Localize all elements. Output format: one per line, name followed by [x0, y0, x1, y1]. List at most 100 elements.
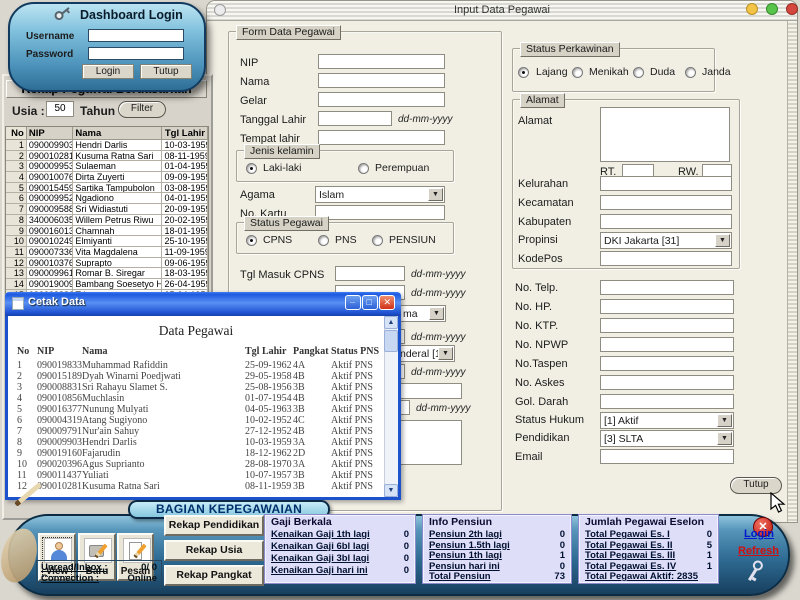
login-tutup-button[interactable]: Tutup — [140, 64, 192, 79]
table-row[interactable]: 14 090019009 Bambang Soesetyo Hadi 26-04… — [6, 279, 208, 290]
table-row[interactable]: 2 090010281 Kusuma Ratna Sari 08-11-1959 — [6, 151, 208, 162]
baru-button[interactable]: Baru — [78, 533, 116, 581]
nip-field[interactable] — [318, 54, 445, 69]
login-link[interactable]: Login — [744, 528, 774, 540]
table-row[interactable]: 5 090015459 Sartika Tampubolon 03-08-195… — [6, 183, 208, 194]
stat-label[interactable]: Total Pegawai Es. I — [585, 529, 670, 540]
table-row[interactable]: 12 090010376 Suprapto 09-06-1959 — [6, 258, 208, 269]
pendidikan-dropdown[interactable]: [3] SLTA — [600, 430, 734, 447]
radio-janda[interactable] — [685, 67, 696, 78]
propinsi-dropdown[interactable]: DKI Jakarta [31] — [600, 232, 732, 249]
agama-dropdown[interactable]: Islam — [315, 186, 445, 203]
stat-label[interactable]: Kenaikan Gaji 3bl lagi — [271, 553, 369, 565]
masked-text-field[interactable] — [336, 383, 462, 399]
masked-date-field[interactable] — [335, 400, 410, 415]
alamat-textarea[interactable] — [600, 107, 730, 162]
rt-field[interactable] — [622, 164, 654, 178]
close-icon[interactable] — [786, 3, 798, 15]
stat-label[interactable]: Total Pegawai Es. III — [585, 550, 675, 561]
table-row[interactable]: 15 090003336 Triyanto 05-04-1959 — [6, 290, 208, 294]
scrollbar-thumb[interactable] — [384, 330, 398, 352]
dropdown-arrow-icon[interactable] — [429, 307, 444, 320]
no-taspen-field[interactable] — [600, 356, 734, 371]
tgl-masuk-cpns-field[interactable] — [335, 266, 405, 281]
dropdown-arrow-icon[interactable] — [717, 432, 732, 445]
masked-multiline-field[interactable] — [336, 420, 462, 465]
masked-dropdown-2[interactable]: nderal [1A] — [330, 345, 455, 362]
stat-label[interactable]: Kenaikan Gaji hari ini — [271, 565, 368, 577]
stat-label[interactable]: Pensiun 1th lagi — [429, 550, 502, 561]
scroll-down-icon[interactable] — [384, 484, 398, 497]
masked-date-field[interactable] — [335, 285, 405, 300]
stat-label[interactable]: Total Pegawai Es. IV — [585, 561, 676, 572]
tanggal-lahir-field[interactable] — [318, 111, 392, 126]
no-hp-field[interactable] — [600, 299, 734, 314]
table-row[interactable]: 11 090007336 Vita Magdalena 11-09-1959 — [6, 247, 208, 258]
maximize-icon[interactable] — [362, 295, 378, 310]
rw-field[interactable] — [702, 164, 732, 178]
col-tgl-lahir[interactable]: Tgl Lahir — [162, 127, 208, 140]
window-menu-icon[interactable] — [214, 4, 226, 16]
username-input[interactable] — [88, 29, 184, 42]
col-nip[interactable]: NIP — [27, 127, 74, 140]
filter-button[interactable]: Filter — [118, 101, 166, 118]
password-input[interactable] — [88, 47, 184, 60]
rekap-pangkat-button[interactable]: Rekap Pangkat — [164, 565, 264, 586]
gelar-field[interactable] — [318, 92, 445, 107]
radio-lajang[interactable] — [518, 67, 529, 78]
table-row[interactable]: 6 090009952 Ngadiono 04-01-1959 — [6, 193, 208, 204]
kelurahan-field[interactable] — [600, 176, 732, 191]
radio-perempuan[interactable] — [358, 163, 369, 174]
table-row[interactable]: 7 090009588 Sri Widiastuti 20-09-1959 — [6, 204, 208, 215]
dropdown-arrow-icon[interactable] — [438, 347, 453, 360]
radio-pensiun[interactable] — [372, 235, 383, 246]
table-row[interactable]: 4 090010076 Dirta Zuyerti 09-09-1959 — [6, 172, 208, 183]
scrollbar-track[interactable] — [384, 316, 398, 497]
stat-label[interactable]: Kenaikan Gaji 1th lagi — [271, 529, 370, 541]
dropdown-arrow-icon[interactable] — [428, 188, 443, 201]
table-row[interactable]: 9 090016013 Chamnah 18-01-1959 — [6, 226, 208, 237]
kecamatan-field[interactable] — [600, 195, 732, 210]
kodepos-field[interactable] — [600, 251, 732, 266]
pesan-button[interactable]: Pesan — [117, 533, 154, 581]
stat-label[interactable]: Total Pegawai Aktif: 2835 — [585, 571, 698, 582]
radio-menikah[interactable] — [572, 67, 583, 78]
radio-cpns[interactable] — [246, 235, 257, 246]
masked-date-field[interactable] — [335, 364, 405, 379]
scroll-up-icon[interactable] — [384, 316, 398, 329]
table-row[interactable]: 3 090009953 Sulaeman 01-04-1959 — [6, 161, 208, 172]
usia-input[interactable]: 50 — [46, 101, 74, 117]
email-field[interactable] — [600, 449, 734, 464]
radio-pns[interactable] — [318, 235, 329, 246]
masked-date-field[interactable] — [335, 329, 405, 344]
cetak-titlebar[interactable] — [5, 292, 401, 316]
radio-duda[interactable] — [633, 67, 644, 78]
gol-darah-field[interactable] — [600, 394, 734, 409]
rekap-usia-button[interactable]: Rekap Usia — [164, 540, 264, 561]
stat-label[interactable]: Pensiun 2th lagi — [429, 529, 502, 540]
masked-dropdown-1[interactable]: ma — [330, 305, 446, 322]
login-button[interactable]: Login — [82, 64, 134, 79]
minimize-icon[interactable] — [746, 3, 758, 15]
window-edge-scroll-strip[interactable] — [787, 21, 797, 522]
table-row[interactable]: 1 090009903 Hendri Darlis 10-03-1959 — [6, 140, 208, 151]
rekap-pendidikan-button[interactable]: Rekap Pendidikan — [164, 515, 264, 536]
stat-label[interactable]: Total Pensiun — [429, 571, 491, 582]
view-button[interactable]: View — [38, 533, 76, 581]
col-no[interactable]: No — [6, 127, 27, 140]
dropdown-arrow-icon[interactable] — [715, 234, 730, 247]
close-icon[interactable] — [379, 295, 395, 310]
tempat-lahir-field[interactable] — [318, 130, 445, 145]
no-askes-field[interactable] — [600, 375, 734, 390]
no-npwp-field[interactable] — [600, 337, 734, 352]
radio-laki-laki[interactable] — [246, 163, 257, 174]
table-row[interactable]: 10 090010249 Elmiyanti 25-10-1959 — [6, 236, 208, 247]
minimize-icon[interactable] — [345, 295, 361, 310]
close-icon[interactable] — [753, 517, 773, 537]
kabupaten-field[interactable] — [600, 214, 732, 229]
no-ktp-field[interactable] — [600, 318, 734, 333]
col-nama[interactable]: Nama — [73, 127, 162, 140]
stat-label[interactable]: Pensiun hari ini — [429, 561, 500, 572]
table-row[interactable]: 8 340006035 Willem Petrus Riwu 20-02-195… — [6, 215, 208, 226]
stat-label[interactable]: Pensiun 1.5th lagi — [429, 540, 510, 551]
